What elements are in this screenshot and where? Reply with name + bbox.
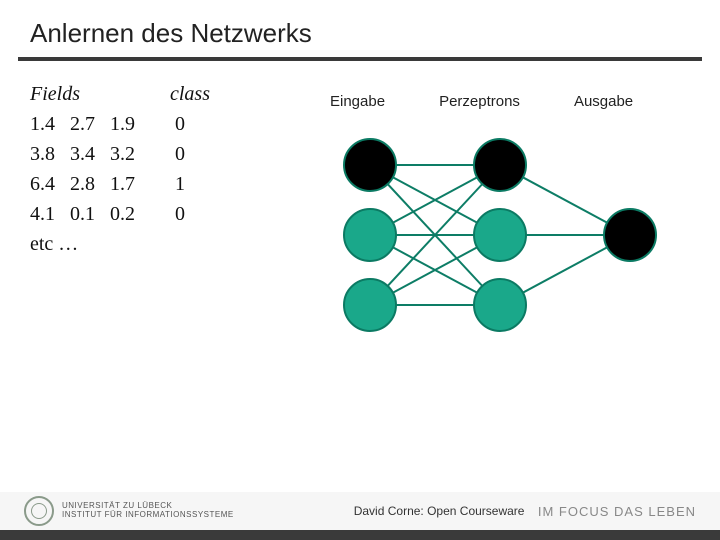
field-cell: 3.8 xyxy=(30,139,70,169)
field-cell: 1.4 xyxy=(30,109,70,139)
field-cell: 2.8 xyxy=(70,169,110,199)
table-row: 1.4 2.7 1.9 0 xyxy=(30,109,280,139)
table-row: 6.4 2.8 1.7 1 xyxy=(30,169,280,199)
field-cell: 4.1 xyxy=(30,199,70,229)
training-data-table: Fields class 1.4 2.7 1.9 0 3.8 3.4 3.2 0… xyxy=(30,79,280,339)
table-row: 4.1 0.1 0.2 0 xyxy=(30,199,280,229)
field-cell: 6.4 xyxy=(30,169,70,199)
field-cell: 0.2 xyxy=(110,199,150,229)
slide-title: Anlernen des Netzwerks xyxy=(0,0,720,57)
field-cell: 1.9 xyxy=(110,109,150,139)
university-seal-icon xyxy=(24,496,54,526)
slogan: IM FOCUS DAS LEBEN xyxy=(538,504,696,519)
class-cell: 0 xyxy=(150,109,210,139)
field-cell: 3.2 xyxy=(110,139,150,169)
field-cell: 0.1 xyxy=(70,199,110,229)
field-cell: 2.7 xyxy=(70,109,110,139)
class-cell: 1 xyxy=(150,169,210,199)
layer-label-output: Ausgabe xyxy=(574,93,633,110)
layer-label-input: Eingabe xyxy=(330,93,385,110)
layer-label-hidden: Perzeptrons xyxy=(439,93,520,110)
field-cell: 3.4 xyxy=(70,139,110,169)
field-cell: 1.7 xyxy=(110,169,150,199)
class-cell: 0 xyxy=(150,199,210,229)
fields-header: Fields xyxy=(30,79,160,109)
network-nodes xyxy=(344,139,656,331)
table-etc: etc … xyxy=(30,229,280,259)
university-name: UNIVERSITÄT ZU LÜBECK INSTITUT FÜR INFOR… xyxy=(62,502,234,520)
courseware-credit: David Corne: Open Courseware xyxy=(354,504,525,518)
network-diagram-area: Eingabe Perzeptrons Ausgabe xyxy=(280,79,720,339)
slide-footer: UNIVERSITÄT ZU LÜBECK INSTITUT FÜR INFOR… xyxy=(0,492,720,540)
class-header: class xyxy=(160,79,220,109)
class-cell: 0 xyxy=(150,139,210,169)
network-diagram xyxy=(310,125,690,345)
table-row: 3.8 3.4 3.2 0 xyxy=(30,139,280,169)
slide-content: Fields class 1.4 2.7 1.9 0 3.8 3.4 3.2 0… xyxy=(0,61,720,339)
